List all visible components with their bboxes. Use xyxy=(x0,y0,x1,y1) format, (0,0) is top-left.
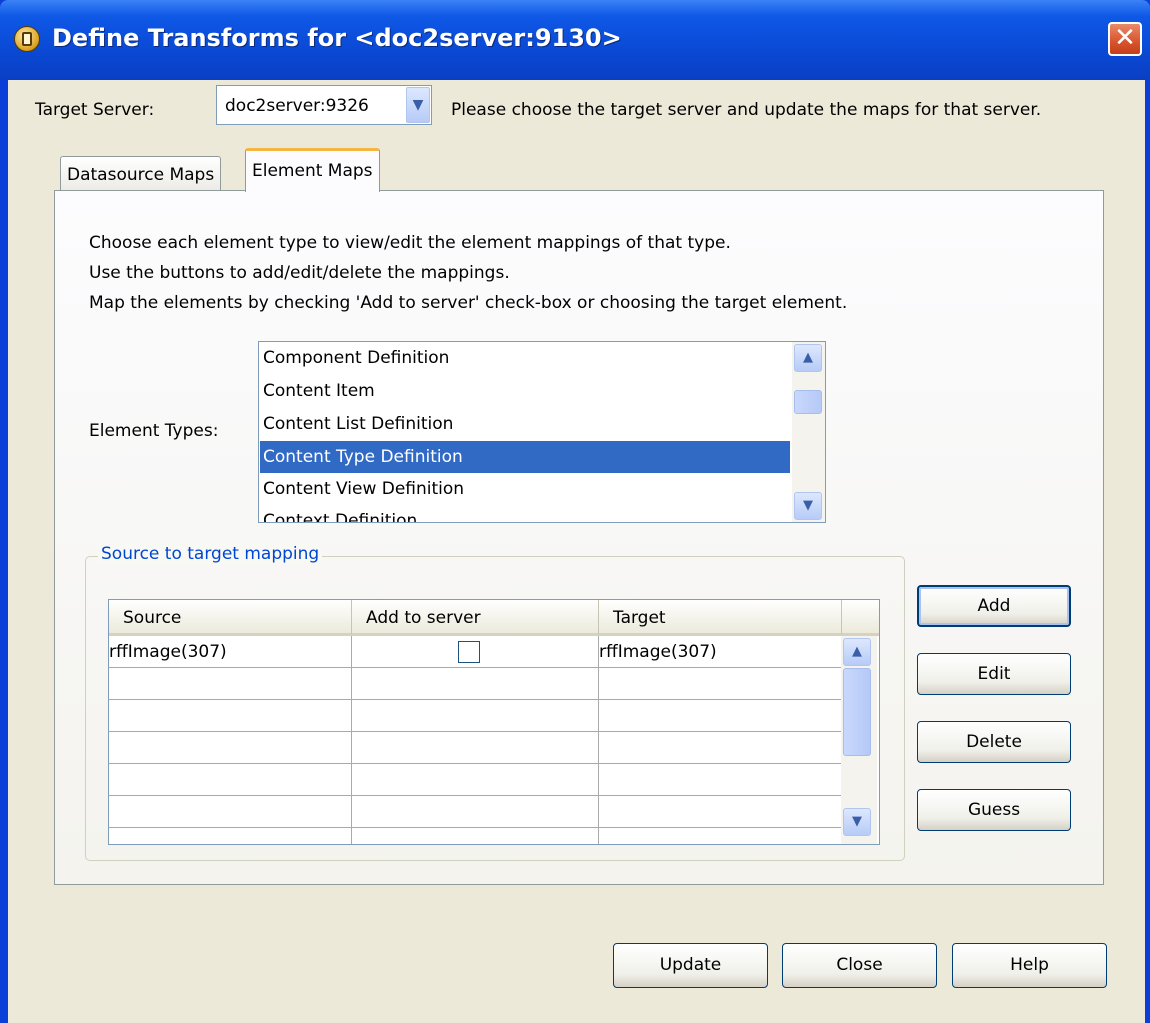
list-item[interactable]: Content View Definition xyxy=(260,473,790,505)
guess-button[interactable]: Guess xyxy=(917,789,1071,831)
edit-button[interactable]: Edit xyxy=(917,653,1071,695)
chevron-up-icon[interactable]: ▲ xyxy=(794,344,822,372)
table-cell[interactable] xyxy=(109,764,352,796)
add-to-server-checkbox[interactable] xyxy=(458,641,480,663)
table-cell[interactable] xyxy=(352,668,599,700)
table-cell-target[interactable]: rffImage(307) xyxy=(599,636,842,668)
element-maps-panel: Choose each element type to view/edit th… xyxy=(54,190,1104,885)
table-cell[interactable] xyxy=(352,764,599,796)
list-item[interactable]: Component Definition xyxy=(260,342,790,374)
table-cell[interactable] xyxy=(599,668,842,700)
help-button[interactable]: Help xyxy=(952,943,1107,988)
table-cell[interactable] xyxy=(352,796,599,828)
dialog-body: Target Server: doc2server:9326 ▼ Please … xyxy=(8,80,1145,1023)
window-title: Define Transforms for <doc2server:9130> xyxy=(52,24,622,52)
app-icon xyxy=(14,26,40,52)
close-icon[interactable]: ✕ xyxy=(1108,22,1142,56)
table-cell[interactable] xyxy=(352,828,599,844)
instruction-line: Choose each element type to view/edit th… xyxy=(89,233,731,253)
table-cell[interactable] xyxy=(109,796,352,828)
add-button[interactable]: Add xyxy=(917,585,1071,627)
chevron-down-icon[interactable]: ▼ xyxy=(794,492,822,520)
table-cell[interactable] xyxy=(599,796,842,828)
list-item[interactable]: Content List Definition xyxy=(260,408,790,440)
list-item[interactable]: Context Definition xyxy=(260,505,790,522)
update-button[interactable]: Update xyxy=(613,943,768,988)
table-cell[interactable] xyxy=(599,828,842,844)
table-cell[interactable] xyxy=(352,700,599,732)
list-item-selected[interactable]: Content Type Definition xyxy=(260,441,790,473)
scroll-thumb[interactable] xyxy=(794,390,822,414)
table-cell[interactable] xyxy=(599,732,842,764)
column-header-target[interactable]: Target xyxy=(599,600,842,636)
target-server-label: Target Server: xyxy=(35,100,155,120)
mapping-group: Source to target mapping Source Add to s… xyxy=(85,544,905,861)
table-cell[interactable] xyxy=(109,828,352,844)
table-cell[interactable] xyxy=(109,732,352,764)
table-cell-add-to-server[interactable] xyxy=(352,636,599,668)
mapping-group-title: Source to target mapping xyxy=(98,544,323,564)
list-item[interactable]: Content Item xyxy=(260,375,790,407)
delete-button[interactable]: Delete xyxy=(917,721,1071,763)
element-types-label: Element Types: xyxy=(89,421,219,441)
mapping-table[interactable]: Source Add to server Target rffImage(307… xyxy=(108,599,880,845)
table-cell[interactable] xyxy=(109,700,352,732)
column-header-add-to-server[interactable]: Add to server xyxy=(352,600,599,636)
list-scrollbar[interactable]: ▲ ▼ xyxy=(792,342,825,522)
tab-datasource-maps[interactable]: Datasource Maps xyxy=(60,156,222,190)
table-scrollbar[interactable]: ▲ ▼ xyxy=(841,636,877,844)
tab-label: Datasource Maps xyxy=(67,165,215,185)
column-header-filler xyxy=(842,600,879,636)
target-server-hint: Please choose the target server and upda… xyxy=(451,100,1042,120)
chevron-down-icon[interactable]: ▼ xyxy=(843,808,871,836)
target-server-value: doc2server:9326 xyxy=(225,96,369,116)
table-cell[interactable] xyxy=(599,700,842,732)
target-server-select[interactable]: doc2server:9326 ▼ xyxy=(216,85,432,125)
element-types-list[interactable]: Component Definition Content Item Conten… xyxy=(258,341,826,523)
table-cell[interactable] xyxy=(352,732,599,764)
close-button[interactable]: Close xyxy=(782,943,937,988)
instruction-line: Map the elements by checking 'Add to ser… xyxy=(89,293,848,313)
chevron-down-icon[interactable]: ▼ xyxy=(406,87,430,123)
title-bar[interactable]: Define Transforms for <doc2server:9130> … xyxy=(0,0,1150,80)
column-header-source[interactable]: Source xyxy=(109,600,352,636)
dialog-window: Define Transforms for <doc2server:9130> … xyxy=(0,0,1150,1023)
tab-label: Element Maps xyxy=(252,161,373,181)
table-cell-source[interactable]: rffImage(307) xyxy=(109,636,352,668)
table-cell[interactable] xyxy=(599,764,842,796)
table-cell[interactable] xyxy=(109,668,352,700)
scroll-thumb[interactable] xyxy=(843,668,871,756)
tab-element-maps[interactable]: Element Maps xyxy=(245,148,380,192)
instruction-line: Use the buttons to add/edit/delete the m… xyxy=(89,263,510,283)
chevron-up-icon[interactable]: ▲ xyxy=(843,638,871,666)
